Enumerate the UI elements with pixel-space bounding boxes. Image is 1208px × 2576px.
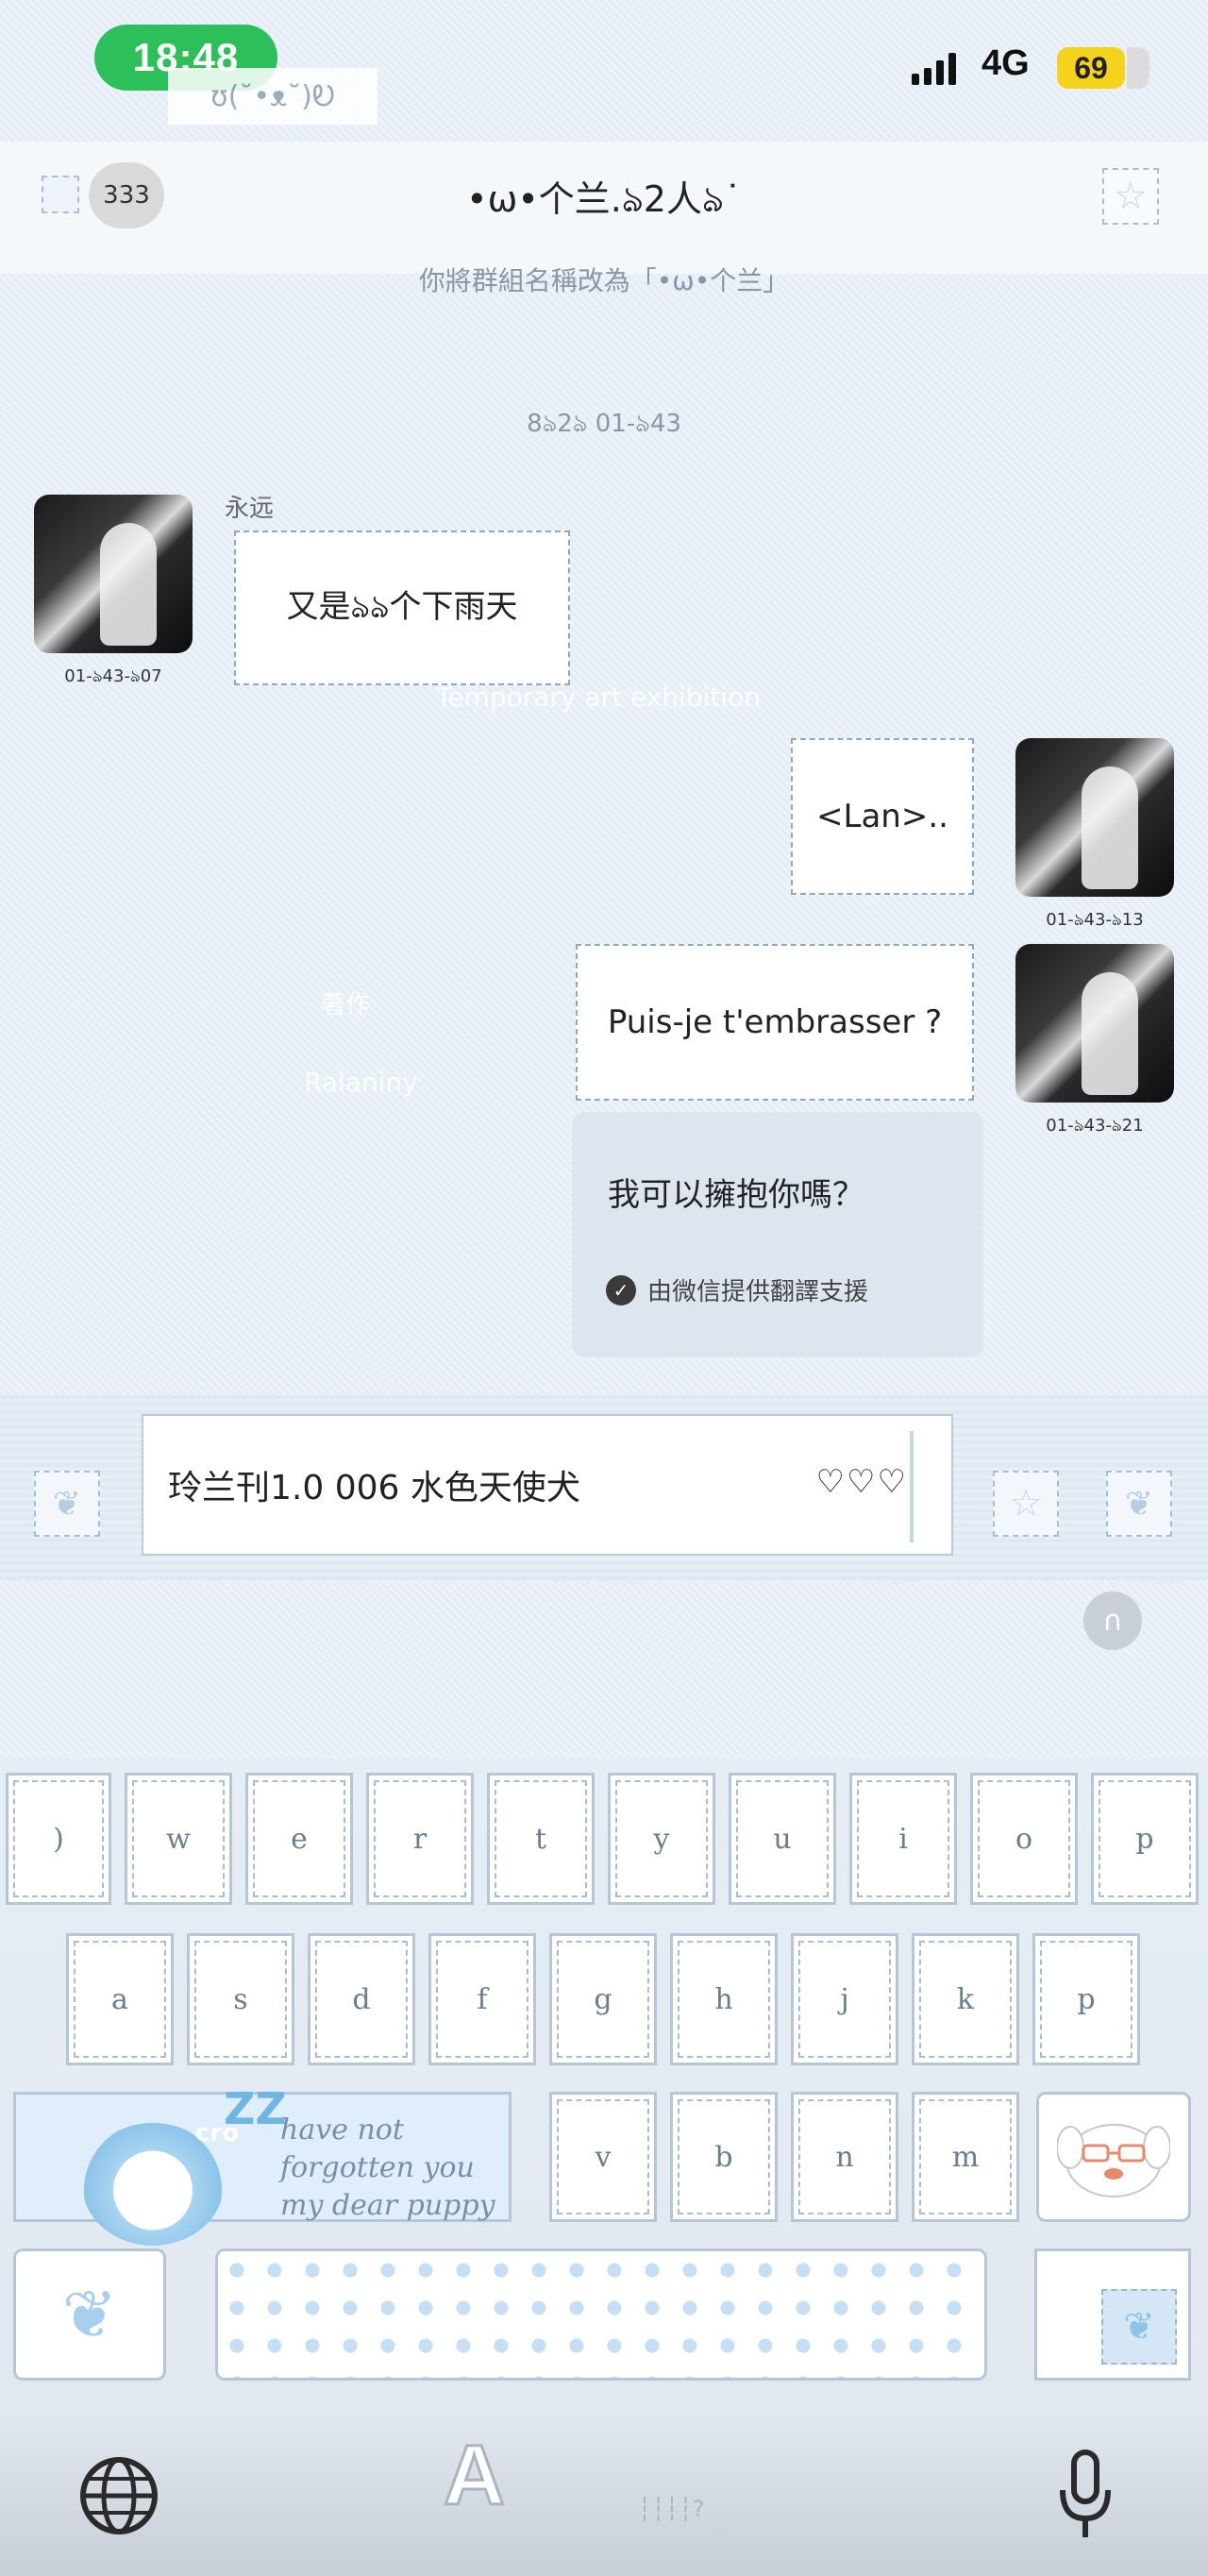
battery-indicator: 69 (1057, 47, 1149, 89)
message-bubble[interactable]: 又是ঌঌ个下雨天 (234, 530, 570, 685)
globe-icon[interactable] (79, 2456, 159, 2535)
keyboard: ) w e r t y u i o p a s d f g h j k p ZZ… (0, 1758, 1208, 2576)
watermark-brand: Ralaniny (304, 1067, 418, 1098)
key[interactable]: w (125, 1773, 232, 1905)
key[interactable]: p (1032, 1933, 1140, 2065)
key[interactable]: v (549, 2092, 657, 2222)
chat-header: 333 •ω•个兰.ঌ2人ঌ˙ ☆ (0, 142, 1208, 274)
status-bar: 18:48 ʊ(˘•ᴥ˘)Ꭷ 4G 69 (0, 0, 1208, 142)
key[interactable]: r (366, 1773, 474, 1905)
message-time: 01-ঌ43-ঌ21 (1046, 1116, 1144, 1136)
delete-dog-key[interactable] (1036, 2092, 1191, 2222)
message-time: 01-ঌ43-ঌ13 (1046, 910, 1144, 930)
key[interactable]: m (912, 2092, 1019, 2222)
message-input-value: 玲兰刊1.0 006 水色天使犬 (168, 1469, 580, 1507)
key[interactable]: h (670, 1933, 778, 2065)
message-time: 01-ঌ43-ঌ07 (64, 666, 162, 686)
back-icon[interactable] (42, 176, 79, 213)
key[interactable]: g (549, 1933, 657, 2065)
key[interactable]: b (670, 2092, 778, 2222)
key[interactable]: i (849, 1773, 957, 1905)
keyboard-bottom-bar: A ┆┆┆┆? (0, 2418, 1208, 2576)
translation-note-text: 由微信提供翻譯支援 (647, 1278, 869, 1306)
emoji-star-icon[interactable]: ☆ (993, 1471, 1059, 1537)
key[interactable]: t (487, 1773, 595, 1905)
sender-name: 永远 (225, 495, 275, 523)
space-key[interactable] (215, 2248, 987, 2381)
return-key[interactable]: ❦ (1034, 2248, 1191, 2381)
avatar[interactable] (34, 495, 193, 653)
microphone-icon[interactable] (1057, 2449, 1114, 2543)
emoji-wing-key[interactable]: ❦ (13, 2248, 166, 2381)
key[interactable]: k (912, 1933, 1019, 2065)
dog-face-icon (1057, 2124, 1170, 2197)
input-bar: ❦ 玲兰刊1.0 006 水色天使犬 ♡♡♡ ☆ ❦ (0, 1395, 1208, 1580)
signal-bars-icon (912, 49, 956, 85)
check-icon: ✓ (606, 1274, 636, 1305)
avatar[interactable] (1015, 738, 1174, 897)
status-kaomoji: ʊ(˘•ᴥ˘)Ꭷ (168, 68, 378, 125)
sticker-tag: cro (195, 2119, 240, 2147)
key[interactable]: a (66, 1933, 174, 2065)
watermark-exhibition: Temporary art exhibition (436, 682, 761, 713)
text-caret (910, 1431, 914, 1542)
key[interactable]: j (791, 1933, 898, 2065)
translation-card[interactable]: 我可以擁抱你嗎？ ✓ 由微信提供翻譯支援 (572, 1112, 983, 1357)
chat-screen: 18:48 ʊ(˘•ᴥ˘)Ꭷ 4G 69 333 •ω•个兰.ঌ2人ঌ˙ ☆ 你… (0, 0, 1208, 2576)
shift-letter: A (443, 2428, 507, 2525)
key[interactable]: ) (6, 1773, 111, 1905)
key[interactable]: s (187, 1933, 294, 2065)
key[interactable]: p (1091, 1773, 1199, 1905)
hearts-text: ♡♡♡ (815, 1463, 908, 1501)
key[interactable]: d (308, 1933, 415, 2065)
dashed-hint-icon: ┆┆┆┆? (638, 2496, 705, 2522)
wing-sticker-icon: ❦ (1101, 2289, 1177, 2365)
message-input[interactable]: 玲兰刊1.0 006 水色天使犬 ♡♡♡ (142, 1414, 953, 1556)
key[interactable]: n (791, 2092, 898, 2222)
chat-title: •ω•个兰.ঌ2人ঌ˙ (466, 178, 742, 220)
voice-toggle-icon[interactable]: ∩ (1083, 1591, 1142, 1650)
key[interactable]: o (970, 1773, 1078, 1905)
sticker-text: have not forgotten you my dear puppy (280, 2113, 495, 2222)
message-text: 又是ঌঌ个下雨天 (286, 587, 518, 626)
network-label: 4G (982, 43, 1030, 83)
unread-count-badge[interactable]: 333 (89, 162, 164, 228)
more-wing-icon[interactable]: ❦ (1106, 1471, 1172, 1537)
message-text: <Lan>.. (816, 798, 948, 835)
message-bubble[interactable]: Puis-je t'embrasser ? (576, 944, 974, 1101)
key[interactable]: u (729, 1773, 836, 1905)
translation-text: 我可以擁抱你嗎？ (608, 1176, 864, 1214)
shift-sticker-key[interactable]: ZZ cro have not forgotten you my dear pu… (13, 2083, 512, 2246)
key[interactable]: e (245, 1773, 353, 1905)
translation-note: ✓ 由微信提供翻譯支援 (606, 1272, 868, 1307)
chat-timestamp: 8ঌ2ঌ 01-ঌ43 (527, 410, 681, 438)
wing-icon[interactable]: ❦ (34, 1471, 100, 1537)
key[interactable]: f (428, 1933, 536, 2065)
avatar[interactable] (1015, 944, 1174, 1103)
message-bubble[interactable]: <Lan>.. (791, 738, 974, 895)
star-icon[interactable]: ☆ (1102, 168, 1159, 225)
message-text: Puis-je t'embrasser ? (607, 1003, 943, 1041)
key[interactable]: y (608, 1773, 715, 1905)
system-message: 你將群組名稱改為「•ω•个兰」 (418, 265, 790, 296)
watermark-author: 著作 (321, 991, 371, 1019)
